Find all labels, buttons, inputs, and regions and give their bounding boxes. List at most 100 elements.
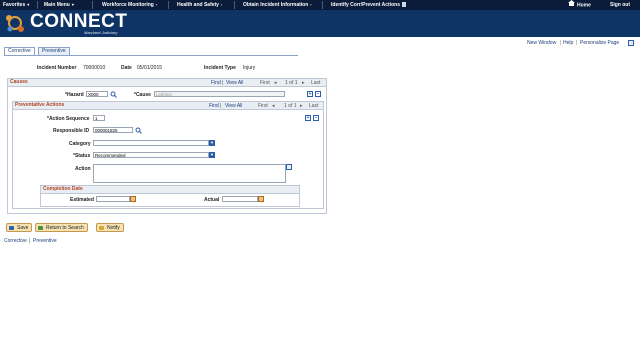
action-label: Action (75, 166, 91, 172)
return-icon (38, 226, 43, 230)
next-icon[interactable]: ▸ (302, 80, 305, 86)
tab-divider (4, 55, 298, 56)
responsible-id-input[interactable]: 000001825 (93, 127, 133, 133)
estimated-date-input[interactable] (96, 196, 130, 202)
add-row-icon[interactable]: + (305, 115, 311, 121)
actual-label: Actual (204, 197, 220, 203)
nav-separator (92, 1, 93, 9)
nav-health-and-safety[interactable]: Health and Safety › (177, 0, 222, 10)
chevron-right-icon: › (155, 2, 158, 7)
status-label: *Status (73, 153, 91, 159)
home-icon (568, 0, 575, 10)
chevron-down-icon: ▾ (27, 2, 30, 7)
completion-date-header: Completion Date (41, 186, 299, 194)
causes-first[interactable]: First (260, 80, 270, 86)
cause-label: *Cause (134, 92, 151, 98)
nav-identify-actions-label: Identify Corr/Prevent Actions (331, 2, 400, 8)
help-link[interactable]: Help (563, 40, 573, 46)
save-label: Save (17, 225, 29, 231)
tab-preventive[interactable]: Preventive (38, 47, 70, 55)
return-label: Return to Search (46, 225, 84, 231)
causes-view-all-link[interactable]: View All (226, 80, 243, 86)
nav-favorites-label: Favorites (3, 2, 26, 8)
nav-workforce-monitoring[interactable]: Workforce Monitoring › (102, 0, 157, 10)
category-dropdown-icon[interactable]: ▼ (209, 140, 215, 146)
prev-icon[interactable]: ◂ (274, 80, 277, 86)
hazard-input[interactable]: X000 (86, 91, 108, 97)
responsible-lookup-icon[interactable] (135, 127, 142, 136)
nav-main-menu-label: Main Menu (44, 2, 70, 8)
causes-title: Causes (10, 79, 28, 85)
preventative-find-link[interactable]: Find (209, 103, 219, 109)
new-window-link[interactable]: New Window (527, 40, 556, 46)
nav-workforce-monitoring-label: Workforce Monitoring (102, 2, 154, 8)
nav-separator (322, 1, 323, 9)
causes-find-link[interactable]: Find (211, 80, 221, 86)
notify-icon (99, 226, 104, 230)
nav-favorites[interactable]: Favorites ▾ (3, 0, 29, 10)
footer-corrective-link[interactable]: Corrective (4, 238, 27, 244)
nav-separator (168, 1, 169, 9)
date-label: Date (121, 65, 132, 71)
actual-date-input[interactable] (222, 196, 258, 202)
preventative-view-all-link[interactable]: View All (225, 103, 242, 109)
next-icon[interactable]: ▸ (300, 103, 303, 109)
save-button[interactable]: Save (6, 223, 33, 232)
return-to-search-button[interactable]: Return to Search (35, 223, 88, 232)
category-select[interactable] (93, 140, 209, 146)
incident-type-value: Injury (243, 65, 256, 71)
top-navigation-bar: Favorites ▾ Main Menu ▾ Workforce Monitori… (0, 0, 640, 10)
add-row-icon[interactable]: + (307, 91, 313, 97)
hazard-lookup-icon[interactable] (110, 91, 117, 100)
footer-preventive-link[interactable]: Preventive (33, 238, 57, 244)
chevron-right-icon: › (310, 2, 312, 7)
action-sequence-input[interactable]: 1 (93, 115, 105, 121)
cause-input: Lighting (154, 91, 285, 97)
expand-text-icon[interactable] (286, 164, 292, 170)
link-separator: | (576, 40, 578, 46)
delete-row-icon[interactable]: − (315, 91, 321, 97)
calendar-icon[interactable] (130, 196, 136, 202)
customize-icon[interactable] (628, 40, 634, 46)
completion-date-title: Completion Date (43, 186, 83, 192)
home-label: Home (577, 2, 591, 9)
nav-health-and-safety-label: Health and Safety (177, 2, 219, 8)
preventative-header: Preventative Actions (13, 102, 323, 110)
save-icon (9, 226, 14, 230)
nav-main-menu[interactable]: Main Menu ▾ (44, 0, 74, 10)
nav-separator (234, 1, 235, 9)
nav-obtain-incident-label: Obtain Incident Information (243, 2, 309, 8)
notify-label: Notify (107, 225, 120, 231)
causes-range: 1 of 1 (285, 80, 298, 86)
hazard-label: *Hazard (65, 92, 84, 98)
action-sequence-label: *Action Sequence (47, 116, 90, 122)
brand-tagline: Maryland Judiciary (84, 30, 118, 35)
brand-logo: CONNECT (30, 11, 128, 32)
preventative-range: 1 of 1 (284, 103, 297, 109)
preventative-first[interactable]: First (258, 103, 268, 109)
home-link[interactable]: Home (568, 0, 591, 10)
personalize-page-link[interactable]: Personalize Page (580, 40, 619, 46)
chevron-down-icon: ▾ (71, 2, 74, 7)
status-select[interactable]: Recommended (93, 152, 209, 158)
nav-obtain-incident-information[interactable]: Obtain Incident Information › (243, 0, 312, 10)
chevron-right-icon: › (220, 2, 223, 7)
link-separator: | (220, 103, 222, 109)
preventative-last[interactable]: Last (309, 103, 318, 109)
notify-button[interactable]: Notify (96, 223, 124, 232)
responsible-id-label: Responsible ID (53, 128, 90, 134)
prev-icon[interactable]: ◂ (272, 103, 275, 109)
incident-type-label: Incident Type (204, 65, 236, 71)
preventative-title: Preventative Actions (15, 102, 65, 108)
action-textarea[interactable] (93, 164, 286, 183)
causes-last[interactable]: Last (311, 80, 320, 86)
link-separator: | (560, 40, 562, 46)
calendar-icon[interactable] (258, 196, 264, 202)
nav-identify-actions[interactable]: Identify Corr/Prevent Actions (331, 0, 406, 10)
sign-out-link[interactable]: Sign out (610, 0, 630, 10)
logo-icon (4, 12, 26, 34)
status-dropdown-icon[interactable]: ▼ (209, 152, 215, 158)
link-separator: | (222, 80, 224, 86)
incident-number-label: Incident Number (37, 65, 77, 71)
delete-row-icon[interactable]: − (313, 115, 319, 121)
